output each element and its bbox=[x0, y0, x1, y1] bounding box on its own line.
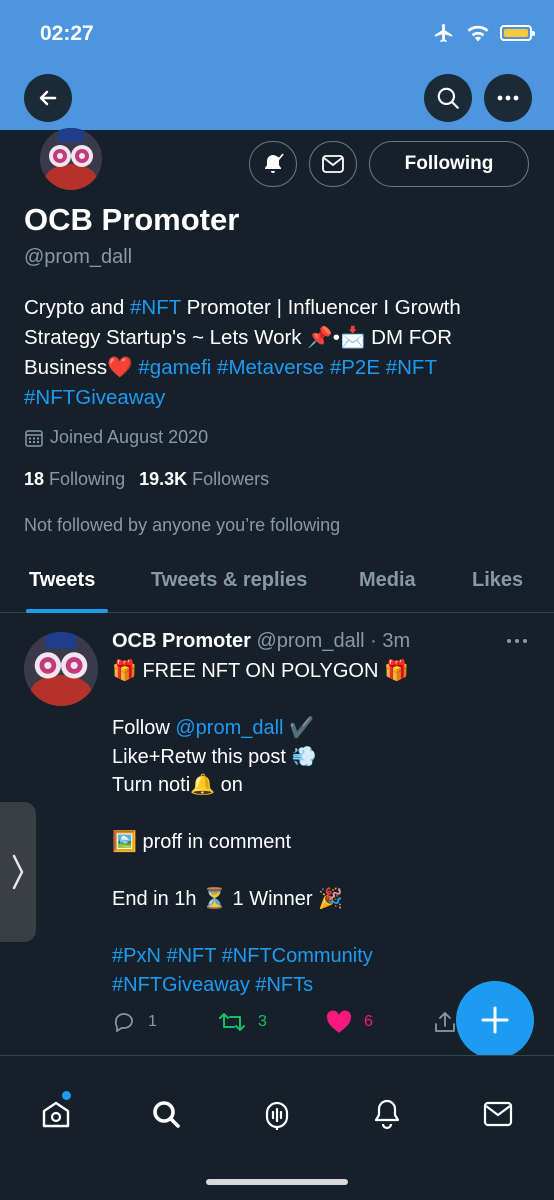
tab-tweets-replies[interactable]: Tweets & replies bbox=[151, 569, 307, 592]
tweet-more-button[interactable] bbox=[506, 631, 528, 649]
chevron-right-icon bbox=[12, 854, 24, 890]
profile-avatar[interactable] bbox=[40, 128, 102, 190]
profile-tabs: Tweets Tweets & replies Media Likes bbox=[0, 555, 554, 613]
tweet-avatar[interactable] bbox=[24, 632, 98, 706]
nav-spaces[interactable] bbox=[257, 1094, 297, 1134]
profile-handle: @prom_dall bbox=[24, 246, 133, 268]
joined-text: Joined August 2020 bbox=[50, 427, 209, 447]
more-button[interactable] bbox=[484, 74, 532, 122]
like-button[interactable]: 6 bbox=[326, 1010, 373, 1034]
tweet-text-span: ✔️ bbox=[283, 717, 314, 739]
tweet-line: Follow @prom_dall ✔️ bbox=[112, 714, 532, 743]
profile-name: OCB Promoter bbox=[24, 202, 240, 237]
new-content-dot bbox=[62, 1091, 71, 1100]
tweet-line: End in 1h ⏳ 1 Winner 🎉 bbox=[112, 888, 344, 910]
hashtag-link[interactable]: #NFT bbox=[130, 296, 181, 319]
home-indicator bbox=[206, 1179, 348, 1185]
tweet-line: 🎁 FREE NFT ON POLYGON 🎁 bbox=[112, 660, 409, 682]
nav-home[interactable] bbox=[36, 1094, 76, 1134]
tweet-text: 🎁 FREE NFT ON POLYGON 🎁 Follow @prom_dall… bbox=[112, 657, 532, 999]
spaces-icon bbox=[265, 1101, 289, 1130]
status-time: 02:27 bbox=[40, 22, 94, 45]
mention-link[interactable]: @prom_dall bbox=[175, 717, 283, 739]
compose-tweet-button[interactable] bbox=[456, 981, 534, 1059]
tweet-line: Like+Retw this post 💨 bbox=[112, 745, 317, 768]
home-icon bbox=[42, 1101, 70, 1128]
following-button[interactable]: Following bbox=[369, 141, 529, 187]
search-icon bbox=[437, 87, 459, 109]
hashtag-link[interactable]: #Metaverse bbox=[217, 356, 324, 379]
share-button[interactable] bbox=[434, 1010, 456, 1034]
profile-bio: Crypto and #NFT Promoter | Influencer I … bbox=[24, 293, 534, 413]
tweet-author[interactable]: OCB Promoter bbox=[112, 630, 251, 652]
search-icon bbox=[153, 1101, 180, 1128]
hashtag-link[interactable]: #NFT bbox=[386, 356, 437, 379]
bell-icon bbox=[374, 1099, 400, 1130]
side-panel-handle[interactable] bbox=[0, 802, 36, 942]
active-tab-indicator bbox=[26, 609, 108, 613]
more-icon bbox=[507, 639, 527, 643]
following-count: 18 bbox=[24, 469, 45, 489]
reply-count: 1 bbox=[148, 1013, 157, 1030]
hashtag-link[interactable]: #NFTGiveaway bbox=[24, 386, 165, 409]
back-arrow-icon bbox=[39, 90, 57, 106]
tab-media[interactable]: Media bbox=[359, 569, 416, 592]
joined-date: Joined August 2020 bbox=[24, 427, 208, 448]
retweet-count: 3 bbox=[258, 1013, 267, 1030]
tweet-hashtags[interactable]: #PxN #NFT #NFTCommunity bbox=[112, 942, 532, 971]
tweet-actions: 1 3 6 bbox=[112, 1010, 455, 1038]
following-label: Following bbox=[49, 469, 126, 489]
nav-messages[interactable] bbox=[478, 1094, 518, 1134]
nav-search[interactable] bbox=[146, 1094, 186, 1134]
retweet-button[interactable]: 3 bbox=[218, 1010, 267, 1034]
message-button[interactable] bbox=[309, 141, 357, 187]
hashtag-link[interactable]: #gamefi bbox=[138, 356, 211, 379]
heart-icon bbox=[326, 1010, 352, 1033]
follow-stats: 18 Following 19.3K Followers bbox=[24, 469, 269, 490]
tweet-line: Turn noti🔔 on bbox=[112, 774, 243, 796]
search-button[interactable] bbox=[424, 74, 472, 122]
airplane-icon bbox=[434, 23, 453, 43]
battery-icon bbox=[500, 25, 535, 41]
mutual-followers-note: Not followed by anyone you’re following bbox=[24, 515, 341, 535]
tweet-text-span: Follow bbox=[112, 717, 176, 739]
followers-count: 19.3K bbox=[139, 469, 188, 489]
more-icon bbox=[497, 95, 519, 101]
followers-label: Followers bbox=[192, 469, 270, 489]
mail-icon bbox=[322, 155, 344, 173]
share-icon bbox=[435, 1012, 455, 1032]
tweet-header: OCB Promoter @prom_dall · 3m bbox=[112, 630, 410, 653]
status-icons bbox=[432, 22, 535, 44]
tab-likes[interactable]: Likes bbox=[472, 569, 523, 592]
tab-tweets[interactable]: Tweets bbox=[29, 569, 95, 592]
following-stat[interactable]: 18 Following bbox=[24, 469, 125, 490]
bell-icon bbox=[265, 153, 284, 173]
back-button[interactable] bbox=[24, 74, 72, 122]
header-banner: 02:27 bbox=[0, 0, 554, 130]
notifications-button[interactable] bbox=[249, 141, 297, 187]
nav-notifications[interactable] bbox=[367, 1094, 407, 1134]
reply-button[interactable]: 1 bbox=[112, 1010, 157, 1034]
followers-stat[interactable]: 19.3K Followers bbox=[139, 469, 269, 490]
retweet-icon bbox=[219, 1013, 245, 1031]
mail-icon bbox=[483, 1101, 513, 1127]
like-count: 6 bbox=[364, 1013, 373, 1030]
bio-text: Crypto and bbox=[24, 296, 130, 319]
calendar-icon bbox=[25, 429, 43, 447]
plus-icon bbox=[481, 1006, 509, 1034]
reply-icon bbox=[114, 1013, 133, 1033]
tweet-line: 🖼️ proff in comment bbox=[112, 831, 292, 853]
tweet-handle-time: @prom_dall · 3m bbox=[256, 630, 411, 652]
wifi-icon bbox=[467, 25, 489, 42]
hashtag-link[interactable]: #P2E bbox=[330, 356, 380, 379]
